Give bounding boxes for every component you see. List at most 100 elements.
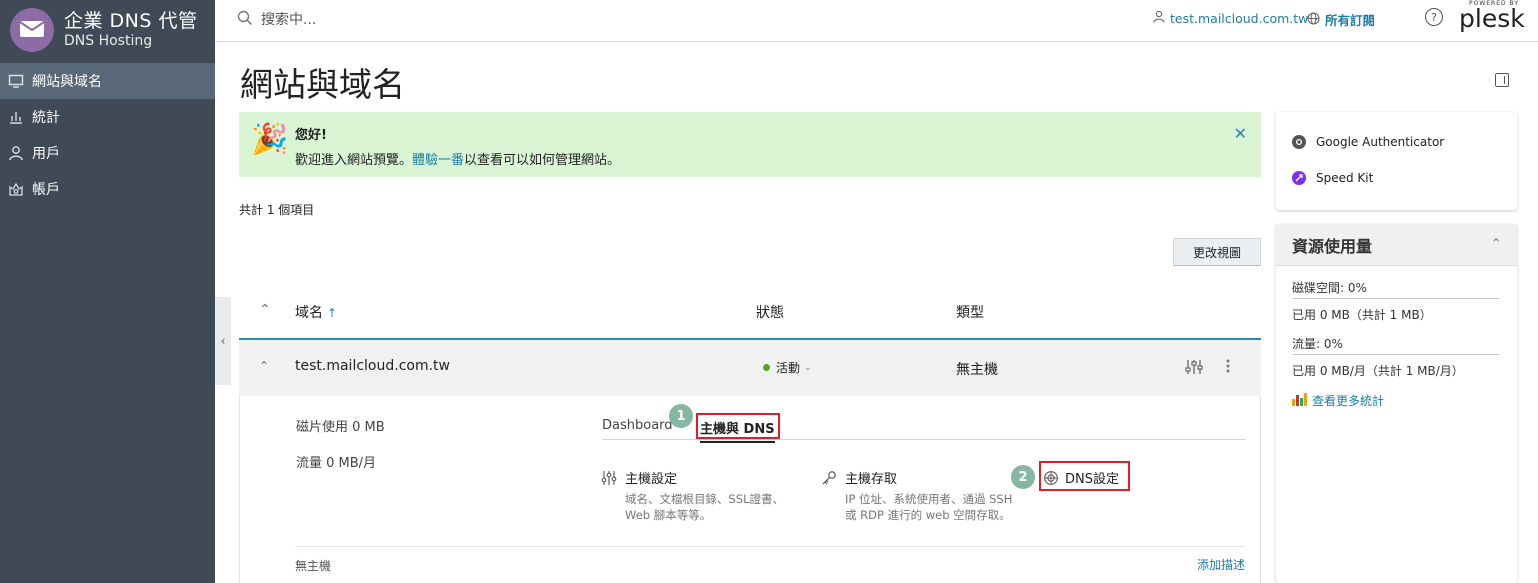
tab-dashboard[interactable]: Dashboard — [602, 418, 673, 433]
tool-hosting-access: 主機存取 IP 位址、系統使用者、通過 SSH 或 RDP 進行的 web 空間… — [821, 468, 1012, 523]
extension-speed-kit[interactable]: Speed Kit — [1292, 171, 1373, 185]
resource-usage-header[interactable]: 資源使用量 ⌃ — [1276, 224, 1517, 266]
extension-google-authenticator[interactable]: Google Authenticator — [1292, 135, 1444, 149]
traffic-usage: 流量 0 MB/月 — [296, 456, 377, 471]
column-status[interactable]: 狀態 — [756, 302, 784, 322]
side-panel-toggle-icon[interactable] — [1495, 73, 1509, 87]
hosting-settings-desc: 域名、文檔根目錄、SSL證書、 Web 腳本等等。 — [625, 491, 784, 523]
close-icon[interactable]: ✕ — [1234, 124, 1247, 143]
sidebar-item-users[interactable]: 用戶 — [0, 135, 215, 171]
disk-usage: 磁片使用 0 MB — [296, 420, 385, 435]
item-count: 共計 1 個項目 — [239, 203, 315, 217]
subscriptions-menu[interactable]: 所有訂閱 — [1307, 10, 1375, 29]
bar-chart-icon — [8, 109, 24, 125]
sidebar-item-statistics[interactable]: 統計 — [0, 99, 215, 135]
welcome-banner: 🎉 您好! 歡迎進入網站預覽。體驗一番以查看可以如何管理網站。 ✕ — [239, 112, 1261, 177]
brand[interactable]: 企業 DNS 代管 DNS Hosting — [0, 0, 215, 60]
user-icon — [1153, 10, 1165, 26]
table-header: ⌃ 域名 ↑ 狀態 類型 — [239, 292, 1261, 340]
disk-space-label: 磁碟空間: 0% — [1292, 281, 1367, 295]
hosting-settings-title: 主機設定 — [625, 472, 678, 487]
search-box — [237, 10, 501, 30]
sliders-icon[interactable] — [1185, 358, 1203, 380]
resource-usage-title: 資源使用量 — [1292, 236, 1373, 256]
sidebar-item-account[interactable]: 帳戶 — [0, 171, 215, 207]
more-options-icon[interactable] — [1225, 358, 1231, 378]
collapse-row-icon[interactable]: ⌃ — [259, 359, 269, 373]
hosting-access-title: 主機存取 — [845, 472, 898, 487]
banner-text: 歡迎進入網站預覽。體驗一番以查看可以如何管理網站。 — [295, 149, 620, 168]
details-divider — [295, 546, 1245, 547]
hosting-settings-link[interactable]: 主機設定 — [601, 468, 784, 487]
user-menu[interactable]: test.mailcloud.com.tw ⌄ — [1153, 10, 1320, 26]
more-statistics-label: 查看更多統計 — [1312, 394, 1385, 408]
change-view-button[interactable]: 更改視圖 — [1173, 238, 1261, 266]
monitor-icon — [8, 73, 24, 89]
plesk-logo: POWERED BY plesk — [1459, 0, 1525, 33]
highlight-box-dns — [1039, 461, 1130, 491]
row-type: 無主機 — [956, 362, 998, 378]
user-icon — [8, 145, 24, 161]
resource-usage-panel: 資源使用量 ⌃ 磁碟空間: 0% 已用 0 MB（共計 1 MB） 流量: 0%… — [1276, 224, 1517, 583]
subscriptions-label: 所有訂閱 — [1325, 13, 1376, 28]
help-icon[interactable]: ? — [1425, 8, 1443, 26]
disk-space-bar — [1292, 298, 1500, 299]
sidebar-item-websites[interactable]: 網站與域名 — [0, 63, 215, 99]
traffic-used: 已用 0 MB/月（共計 1 MB/月） — [1292, 364, 1464, 378]
table-row: ⌃ test.mailcloud.com.tw 活動 ⌄ 無主機 — [239, 340, 1261, 396]
sidebar-item-label: 用戶 — [32, 146, 60, 162]
party-popper-icon: 🎉 — [251, 122, 289, 157]
traffic-label: 流量: 0% — [1292, 337, 1343, 351]
column-type[interactable]: 類型 — [956, 302, 984, 322]
sidebar-collapse-handle[interactable]: ‹ — [215, 297, 231, 385]
color-bar-chart-icon — [1292, 392, 1308, 409]
hosting-access-desc-line2: 或 RDP 進行的 web 空間存取。 — [845, 508, 1011, 522]
page-title: 網站與域名 — [240, 65, 405, 104]
sidebar-item-label: 網站與域名 — [32, 74, 102, 90]
globe-icon — [1307, 11, 1320, 28]
column-domain[interactable]: 域名 ↑ — [295, 302, 337, 322]
hosting-settings-desc-line1: 域名、文檔根目錄、SSL證書、 — [625, 492, 785, 506]
hosting-type-note: 無主機 — [295, 559, 332, 573]
status-label: 活動 — [776, 361, 801, 375]
status-dropdown[interactable]: 活動 ⌄ — [763, 359, 812, 376]
hosting-access-desc: IP 位址、系統使用者、通過 SSH 或 RDP 進行的 web 空間存取。 — [845, 491, 1012, 523]
hosting-access-link[interactable]: 主機存取 — [821, 468, 1012, 487]
step-badge-1: 1 — [669, 404, 693, 428]
speed-kit-icon — [1292, 171, 1306, 185]
chevron-down-icon: ⌄ — [804, 362, 812, 373]
disk-space-used: 已用 0 MB（共計 1 MB） — [1292, 308, 1432, 322]
banner-tour-link[interactable]: 體驗一番 — [412, 153, 464, 168]
status-dot-icon — [763, 364, 770, 371]
user-menu-label: test.mailcloud.com.tw — [1170, 10, 1309, 26]
brand-title: 企業 DNS 代管 — [64, 9, 198, 32]
account-icon — [8, 181, 24, 197]
collapse-all-icon[interactable]: ⌃ — [259, 302, 271, 318]
topbar: test.mailcloud.com.tw ⌄ 所有訂閱 ? POWERED B… — [215, 0, 1538, 42]
banner-text-before: 歡迎進入網站預覽。 — [295, 153, 413, 168]
chevron-left-icon: ‹ — [220, 334, 226, 348]
banner-text-after: 以查看可以如何管理網站。 — [464, 153, 621, 168]
column-domain-label: 域名 — [295, 305, 323, 321]
sidebar-item-label: 帳戶 — [32, 182, 60, 198]
extension-label: Google Authenticator — [1316, 135, 1445, 149]
step-badge-2: 2 — [1011, 465, 1035, 489]
more-statistics-link[interactable]: 查看更多統計 — [1292, 392, 1384, 409]
plesk-logo-text: plesk — [1459, 4, 1525, 33]
sort-arrow-icon: ↑ — [327, 306, 338, 320]
sidebar: 企業 DNS 代管 DNS Hosting 網站與域名 統計 用戶 帳戶 — [0, 0, 215, 583]
brand-subtitle: DNS Hosting — [64, 32, 153, 49]
banner-title: 您好! — [295, 128, 327, 143]
row-domain[interactable]: test.mailcloud.com.tw — [295, 358, 450, 374]
extension-label: Speed Kit — [1316, 171, 1374, 185]
search-input[interactable] — [261, 12, 501, 28]
key-icon — [821, 470, 837, 486]
highlight-box-tab — [696, 413, 780, 439]
hosting-settings-desc-line2: Web 腳本等等。 — [625, 508, 712, 522]
hosting-access-desc-line1: IP 位址、系統使用者、通過 SSH — [845, 492, 1013, 506]
sliders-icon — [601, 470, 617, 486]
extensions-panel: Google Authenticator Speed Kit — [1276, 112, 1517, 210]
search-icon — [237, 10, 253, 30]
chevron-up-icon[interactable]: ⌃ — [1491, 236, 1501, 250]
add-description-link[interactable]: 添加描述 — [1197, 556, 1245, 573]
